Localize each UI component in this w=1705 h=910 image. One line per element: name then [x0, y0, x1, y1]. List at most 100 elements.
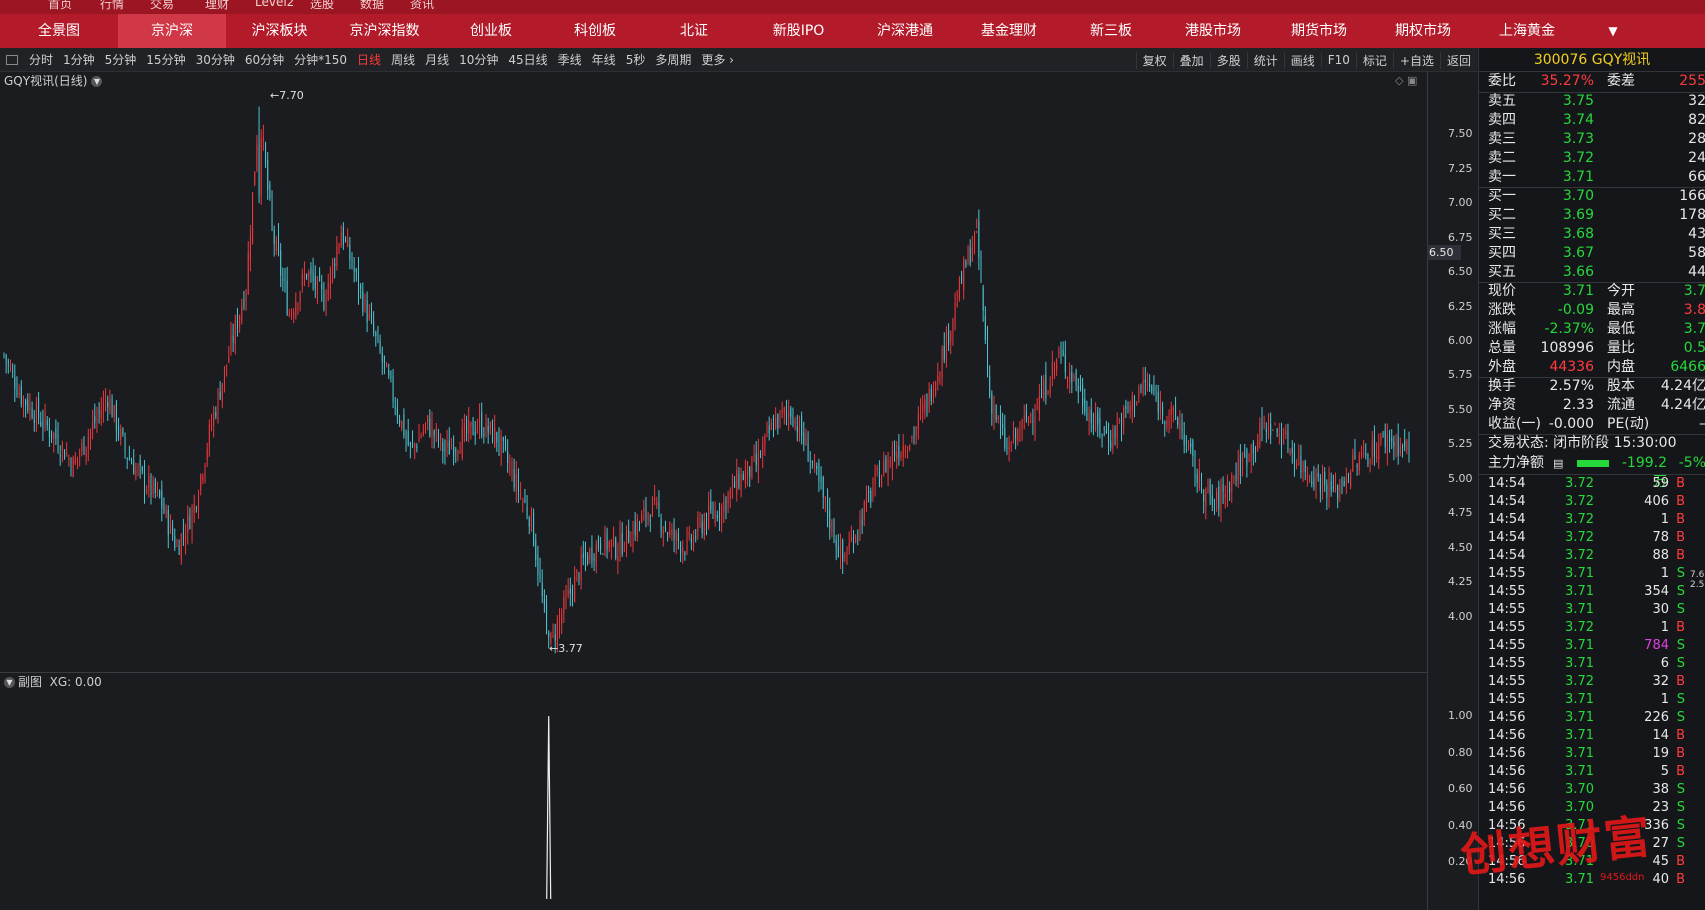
candle-body: [1274, 423, 1276, 425]
kline-chart[interactable]: [0, 72, 1427, 672]
candle-body: [1237, 458, 1239, 482]
top-menu-item[interactable]: 数据: [360, 0, 384, 12]
ask-price: 3.73: [1562, 131, 1594, 147]
chart-tool-button[interactable]: 标记: [1355, 51, 1393, 69]
nav-item[interactable]: 基金理财: [957, 14, 1061, 48]
weibi-value: 35.27%: [1540, 73, 1594, 89]
nav-item[interactable]: 新股IPO: [744, 14, 853, 48]
quote-panel: 300076 GQY视讯 委比 35.27% 委差 255 卖五 3.75 32 卖四 3.74…: [1478, 48, 1705, 910]
nav-item[interactable]: 北证: [644, 14, 744, 48]
nav-item[interactable]: 创业板: [436, 14, 546, 48]
candle-body: [1084, 398, 1086, 413]
nav-item[interactable]: 沪深板块: [226, 14, 333, 48]
candle-body: [457, 451, 459, 455]
period-tab[interactable]: 月线: [420, 51, 454, 68]
nav-item[interactable]: 港股市场: [1161, 14, 1265, 48]
candle-body: [1270, 423, 1272, 436]
quote-row: 涨跌 -0.09 最高 3.8: [1479, 301, 1705, 320]
tick-side: B: [1676, 548, 1685, 563]
candle-body: [734, 481, 736, 488]
chart-tool-button[interactable]: 叠加: [1172, 51, 1210, 69]
chart-tool-button[interactable]: +自选: [1392, 51, 1440, 69]
top-menu-item[interactable]: 资讯: [410, 0, 434, 12]
period-tab[interactable]: 5秒: [621, 51, 651, 68]
chart-tool-button[interactable]: 画线: [1283, 51, 1321, 69]
candle-body: [1248, 460, 1250, 462]
period-tab[interactable]: 15分钟: [141, 51, 190, 68]
nav-item[interactable]: 上海黄金: [1473, 14, 1581, 48]
chart-corner-icons[interactable]: ◇ ▣: [1395, 74, 1417, 87]
candle-body: [1380, 435, 1382, 441]
period-tab[interactable]: 5分钟: [100, 51, 142, 68]
chart-tool-button[interactable]: F10: [1320, 53, 1356, 67]
chart-area[interactable]: [0, 72, 1477, 910]
period-tab[interactable]: 1分钟: [58, 51, 100, 68]
period-tab[interactable]: 日线: [352, 51, 386, 68]
nav-more-dropdown-icon[interactable]: ▼: [1601, 14, 1625, 48]
period-tab[interactable]: 周线: [386, 51, 420, 68]
stock-title[interactable]: 300076 GQY视讯: [1479, 48, 1705, 72]
candle-body: [1060, 349, 1062, 353]
candle-body: [608, 541, 610, 548]
candle-body: [816, 466, 818, 470]
top-menu-item[interactable]: Level2: [255, 0, 294, 9]
weicha-label: 委差: [1607, 73, 1635, 89]
candle-body: [1302, 461, 1304, 472]
period-tab[interactable]: 分时: [24, 51, 58, 68]
chart-title[interactable]: GQY视讯(日线) ▼: [4, 72, 103, 89]
stat-value: –: [1644, 415, 1705, 434]
chart-tool-button[interactable]: 多股: [1209, 51, 1247, 69]
candle-body: [1263, 422, 1265, 424]
candle-body: [148, 476, 150, 488]
candle-body: [723, 500, 725, 512]
list-icon[interactable]: ▤: [1553, 454, 1563, 473]
period-tab[interactable]: 30分钟: [191, 51, 240, 68]
panel-divider[interactable]: [0, 672, 1427, 673]
candle-body: [1194, 459, 1196, 480]
candle-body: [485, 419, 487, 437]
candle-body: [1224, 494, 1226, 498]
tick-row: 14:55 3.71 6 S: [1479, 655, 1705, 673]
side-mini-widget[interactable]: 7.6 2.5: [1690, 570, 1704, 590]
period-tab[interactable]: 分钟*150: [289, 51, 352, 68]
chart-tool-button[interactable]: 复权: [1135, 51, 1173, 69]
nav-item[interactable]: 全景图: [0, 14, 118, 48]
sub-chart-title[interactable]: ▼ 副图 XG: 0.00: [4, 673, 102, 690]
candle-body: [425, 423, 426, 426]
candle-body: [154, 479, 156, 493]
nav-item[interactable]: 京沪深指数: [333, 14, 436, 48]
chart-tool-button[interactable]: 统计: [1246, 51, 1284, 69]
chevron-down-icon[interactable]: ▼: [4, 677, 15, 688]
period-tab[interactable]: 45日线: [503, 51, 552, 68]
sub-indicator-chart[interactable]: [0, 672, 1427, 910]
period-tab[interactable]: 10分钟: [454, 51, 503, 68]
candle-body: [1328, 477, 1330, 498]
candle-body: [386, 363, 388, 368]
top-menu-item[interactable]: 选股: [310, 0, 334, 12]
nav-item[interactable]: 科创板: [546, 14, 644, 48]
nav-item[interactable]: 期权市场: [1373, 14, 1473, 48]
candle-body: [673, 529, 675, 539]
bid-volume: 166: [1679, 188, 1705, 204]
tick-volume: 30: [1652, 602, 1669, 617]
nav-item[interactable]: 期货市场: [1265, 14, 1373, 48]
chevron-down-icon[interactable]: ▼: [91, 76, 103, 87]
chart-tool-button[interactable]: 返回: [1439, 51, 1477, 69]
candle-body: [773, 426, 775, 433]
nav-item[interactable]: 京沪深: [118, 14, 226, 48]
nav-item[interactable]: 新三板: [1061, 14, 1161, 48]
candle-body: [72, 457, 74, 478]
period-tab[interactable]: 多周期: [650, 51, 696, 68]
top-menu-item[interactable]: 理财: [205, 0, 229, 12]
candle-body: [1363, 453, 1365, 455]
top-menu-item[interactable]: 首页: [48, 0, 72, 12]
top-menu-item[interactable]: 行情: [100, 0, 124, 12]
candle-body: [600, 542, 602, 550]
period-tab[interactable]: 60分钟: [240, 51, 289, 68]
period-tab[interactable]: 年线: [587, 51, 621, 68]
nav-item[interactable]: 沪深港通: [853, 14, 957, 48]
period-tab[interactable]: 季线: [553, 51, 587, 68]
period-tab[interactable]: 更多 ›: [696, 51, 739, 68]
layout-toggle-icon[interactable]: [6, 54, 18, 65]
top-menu-item[interactable]: 交易: [150, 0, 174, 12]
